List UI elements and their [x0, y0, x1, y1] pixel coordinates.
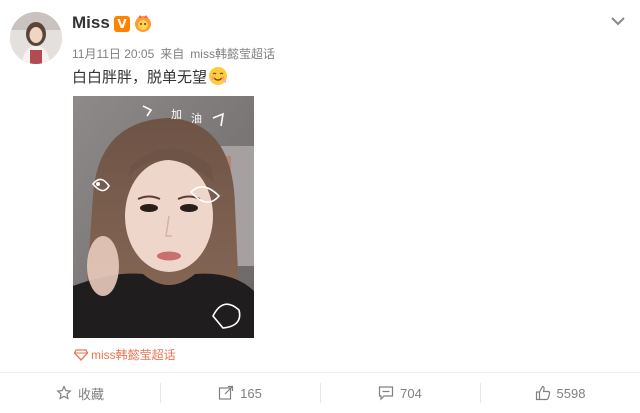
avatar[interactable]	[10, 12, 62, 64]
like-count: 5598	[556, 385, 586, 401]
share-count: 165	[240, 385, 262, 401]
topic-link-label: miss韩懿莹超话	[91, 348, 176, 362]
username[interactable]: Miss	[72, 13, 110, 33]
source-prefix: 来自	[160, 47, 185, 61]
comment-icon	[379, 386, 394, 401]
favorite-button[interactable]: 收藏	[0, 373, 160, 413]
fan-badge-icon	[133, 13, 153, 33]
like-button[interactable]: 5598	[480, 373, 640, 413]
chevron-down-icon[interactable]	[610, 14, 626, 26]
diamond-icon	[73, 349, 89, 361]
comment-count: 704	[400, 385, 422, 401]
star-icon	[56, 385, 72, 400]
share-icon	[219, 385, 234, 400]
doodle-text-left: 加	[171, 108, 182, 121]
post-meta: 11月11日 20:05 来自 miss韩懿莹超话	[72, 45, 275, 62]
smiling-face-icon	[208, 66, 228, 86]
post-source-link[interactable]: miss韩懿莹超话	[190, 47, 275, 61]
post-text: 白白胖胖，脱单无望	[72, 66, 228, 87]
verified-badge: V	[114, 16, 130, 32]
share-button[interactable]: 165	[160, 373, 320, 413]
post-photo[interactable]: 加 油	[73, 96, 254, 338]
post-timestamp[interactable]: 11月11日 20:05	[72, 47, 154, 61]
topic-link[interactable]: miss韩懿莹超话	[73, 346, 176, 363]
favorite-label: 收藏	[77, 386, 104, 402]
thumbs-up-icon	[535, 385, 550, 401]
post-text-content: 白白胖胖，脱单无望	[72, 68, 208, 86]
comment-button[interactable]: 704	[320, 373, 480, 413]
action-bar: 收藏 165 704 5598	[0, 372, 640, 413]
doodle-text-right: 油	[191, 111, 202, 125]
